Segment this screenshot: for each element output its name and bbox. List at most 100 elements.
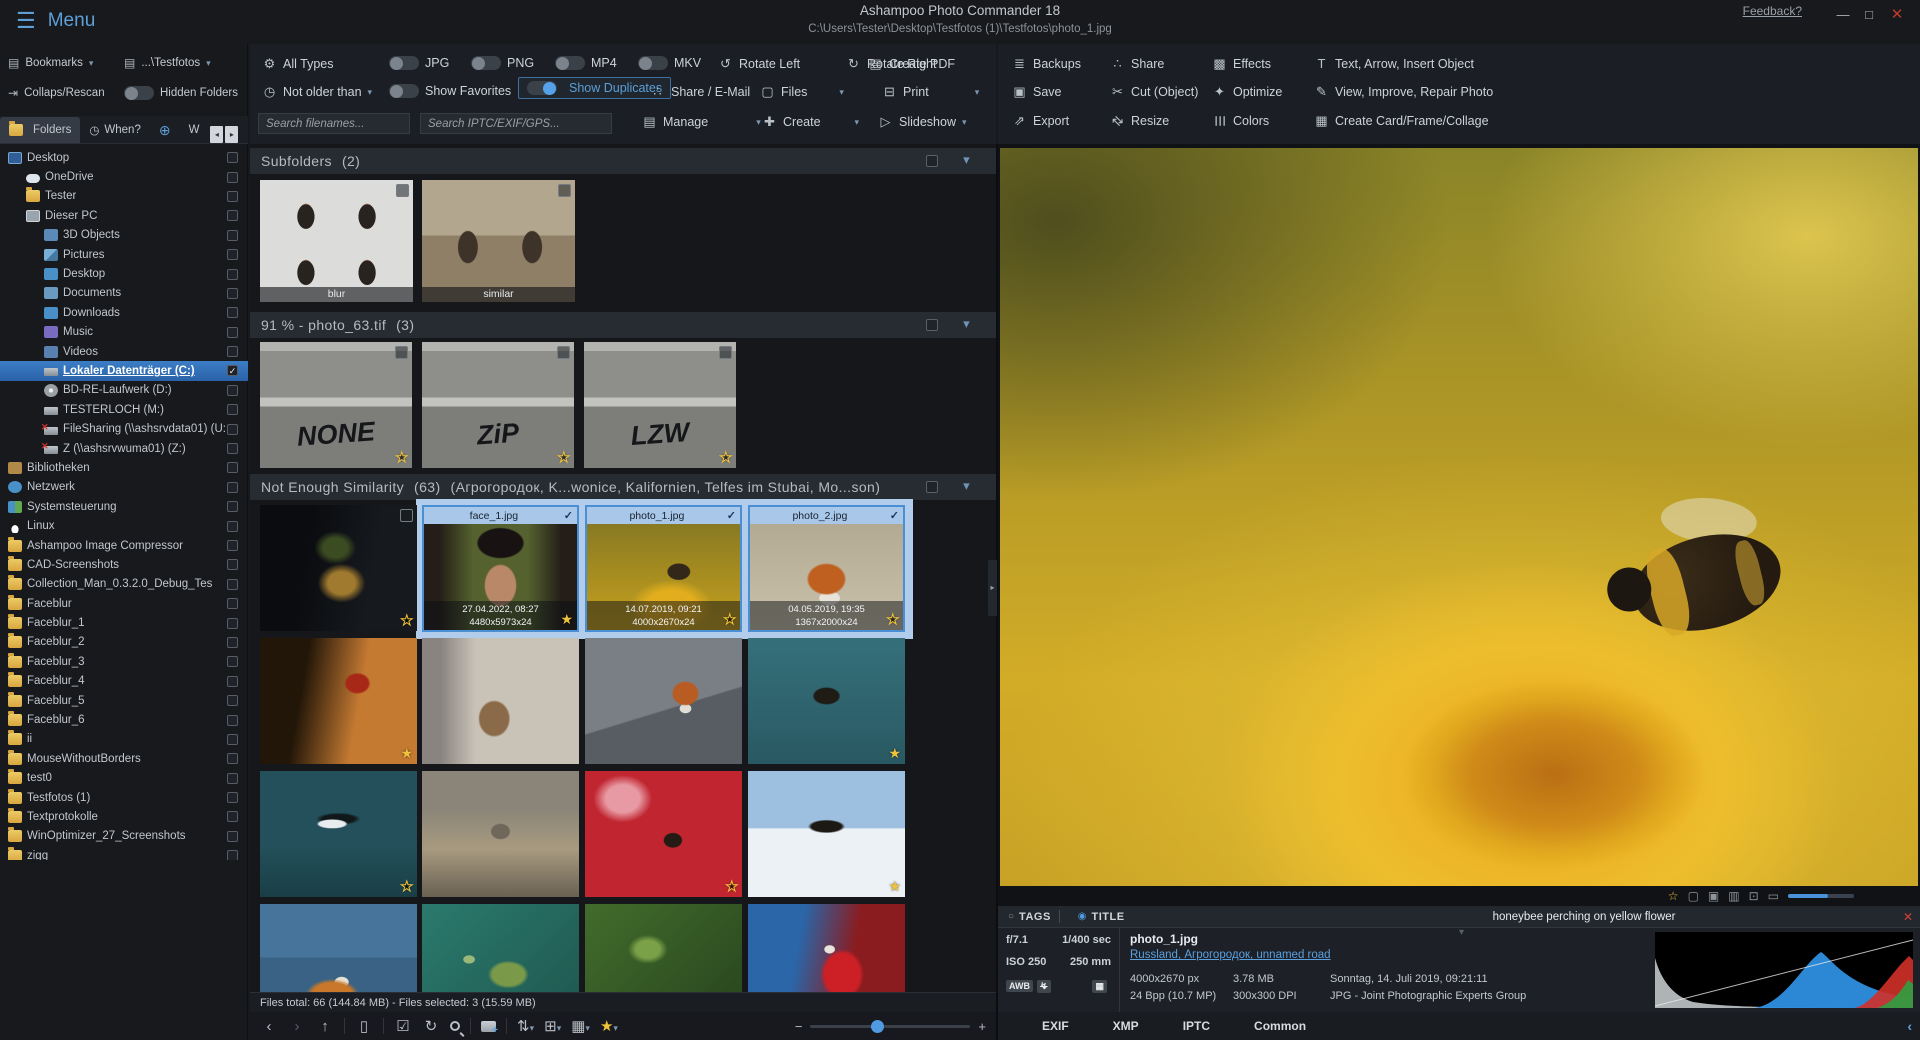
tree-item[interactable]: Bibliotheken [0, 458, 248, 477]
backups-button[interactable]: ≣Backups [1012, 56, 1081, 72]
location-button[interactable]: ▤ ...\Testfotos ▾ [124, 56, 211, 70]
favorite-star-icon[interactable]: ★ [719, 449, 732, 466]
tree-item-checkbox[interactable] [227, 443, 238, 454]
thumb-checkbox[interactable] [400, 509, 413, 522]
tree-item[interactable]: Faceblur_2 [0, 633, 248, 652]
hidden-folders-switch[interactable] [124, 86, 154, 100]
section-subfolders[interactable]: Subfolders (2) ▾ [250, 148, 996, 174]
tree-item-checkbox[interactable] [227, 753, 238, 764]
tree-item[interactable]: TESTERLOCH (M:) [0, 400, 248, 419]
collapse-rescan-button[interactable]: ⇥ Collaps/Rescan [8, 86, 105, 100]
photo-thumb[interactable]: ★ [260, 638, 417, 764]
tree-item[interactable]: Linux [0, 516, 248, 535]
bookmarks-button[interactable]: ▤ Bookmarks ▾ [8, 56, 93, 70]
section-checkbox[interactable] [926, 481, 938, 493]
search-icon[interactable] [450, 1021, 460, 1031]
zoom-track[interactable] [810, 1025, 970, 1028]
tree-item-checkbox[interactable] [227, 773, 238, 784]
monitor-icon[interactable]: ▭ [1768, 889, 1779, 903]
location-link[interactable]: Russland, Агрогородок, unnamed road [1130, 949, 1660, 961]
tree-item[interactable]: Faceblur_5 [0, 691, 248, 710]
panel-toggle-button[interactable]: ▯ [355, 1017, 373, 1035]
create-pdf-button[interactable]: ▤Create PDF [868, 56, 955, 72]
tree-item-checkbox[interactable] [227, 811, 238, 822]
manage-button[interactable]: ▤Manage▾ [642, 114, 761, 130]
thumb-checkbox[interactable] [558, 184, 571, 197]
files-button[interactable]: ▢Files▾ [760, 84, 844, 100]
tree-item-checkbox[interactable] [227, 559, 238, 570]
title-label[interactable]: TITLE [1092, 911, 1125, 923]
favorite-star-icon[interactable]: ★ [400, 745, 413, 762]
sort-button[interactable]: ⇅▾ [517, 1017, 534, 1035]
tree-item-checkbox[interactable] [227, 676, 238, 687]
frame3-icon[interactable]: ▥ [1728, 889, 1739, 903]
tree-item[interactable]: test0 [0, 769, 248, 788]
tree-item-checkbox[interactable] [227, 288, 238, 299]
tree-item[interactable]: Faceblur [0, 594, 248, 613]
share-email-button[interactable]: ∴Share / E-Mail [650, 84, 750, 100]
favorites-button[interactable]: ★▾ [600, 1017, 618, 1035]
tab-exif[interactable]: EXIF [1042, 1019, 1069, 1033]
new-folder-button[interactable] [481, 1021, 496, 1032]
tab-cut[interactable]: W [180, 117, 209, 143]
show-duplicates-toggle[interactable]: Show Duplicates [518, 77, 671, 99]
tags-label[interactable]: TAGS [1019, 911, 1051, 923]
tree-item[interactable]: ii [0, 730, 248, 749]
tree-item-checkbox[interactable] [227, 404, 238, 415]
photo-thumb[interactable]: ★ [260, 771, 417, 897]
tab-xmp[interactable]: XMP [1113, 1019, 1139, 1033]
tree-item-checkbox[interactable] [227, 346, 238, 357]
colors-button[interactable]: ☰Colors [1212, 113, 1269, 129]
tree-item[interactable]: Downloads [0, 303, 248, 322]
tree-item-checkbox[interactable] [227, 327, 238, 338]
maximize-button[interactable]: □ [1858, 5, 1880, 25]
zoom-knob[interactable] [871, 1020, 884, 1033]
tab-when[interactable]: ◷ When? [80, 117, 149, 143]
preview-zoom-slider[interactable] [1788, 894, 1854, 898]
select-all-button[interactable]: ☑ [394, 1017, 412, 1035]
section-similarity[interactable]: Not Enough Similarity (63) (Агрогородок,… [250, 474, 996, 500]
close-button[interactable]: ✕ [1886, 5, 1908, 25]
resize-button[interactable]: ⇄Resize [1110, 113, 1169, 129]
tree-item[interactable]: MouseWithoutBorders [0, 749, 248, 768]
tree-item-checkbox[interactable] [227, 482, 238, 493]
thumb-checkbox[interactable] [719, 346, 732, 359]
thumb-checkbox[interactable] [396, 184, 409, 197]
show-favorites-toggle[interactable]: Show Favorites [389, 84, 511, 98]
tree-item[interactable]: BD-RE-Laufwerk (D:) [0, 381, 248, 400]
share-button[interactable]: ∴Share [1110, 56, 1164, 72]
tree-item-checkbox[interactable] [227, 307, 238, 318]
favorite-star-icon[interactable]: ★ [886, 613, 899, 626]
photo-thumb[interactable]: ★ [585, 771, 742, 897]
tree-item[interactable]: Systemsteuerung [0, 497, 248, 516]
photo-thumb[interactable] [422, 771, 579, 897]
slideshow-button[interactable]: ▷Slideshow▾ [878, 114, 967, 130]
tab-map[interactable]: ⊕ [150, 117, 180, 143]
search-filenames-input[interactable] [258, 113, 410, 134]
tree-item-checkbox[interactable] [227, 831, 238, 842]
rotate-left-button[interactable]: ↺Rotate Left [718, 56, 800, 72]
create-button[interactable]: ✚Create▾ [762, 114, 859, 130]
save-button[interactable]: ▣Save [1012, 84, 1062, 100]
favorite-star-icon[interactable]: ★ [888, 745, 901, 762]
tree-item-checkbox[interactable] [227, 462, 238, 473]
tree-item-checkbox[interactable] [227, 424, 238, 435]
minimize-button[interactable]: — [1832, 5, 1854, 25]
photo-thumb[interactable]: ★ [260, 505, 417, 631]
tree-item[interactable]: zigg [0, 846, 248, 860]
print-button[interactable]: ⊟Print▾ [882, 84, 979, 100]
tree-item[interactable]: Music [0, 323, 248, 342]
photo-thumb[interactable] [422, 638, 579, 764]
png-switch[interactable] [471, 56, 501, 70]
tree-item[interactable]: Faceblur_4 [0, 672, 248, 691]
refresh-button[interactable]: ↻ [422, 1017, 440, 1035]
tree-item[interactable]: Ashampoo Image Compressor [0, 536, 248, 555]
zoom-in-icon[interactable]: + [978, 1019, 986, 1034]
tree-item[interactable]: Videos [0, 342, 248, 361]
tree-item[interactable]: Collection_Man_0.3.2.0_Debug_Tes [0, 575, 248, 594]
show-favorites-switch[interactable] [389, 84, 419, 98]
favorite-star-icon[interactable]: ★ [560, 613, 573, 626]
tree-item-checkbox[interactable] [227, 191, 238, 202]
search-iptc-input[interactable] [420, 113, 612, 134]
grid-view-button[interactable]: ⊞▾ [544, 1017, 561, 1035]
